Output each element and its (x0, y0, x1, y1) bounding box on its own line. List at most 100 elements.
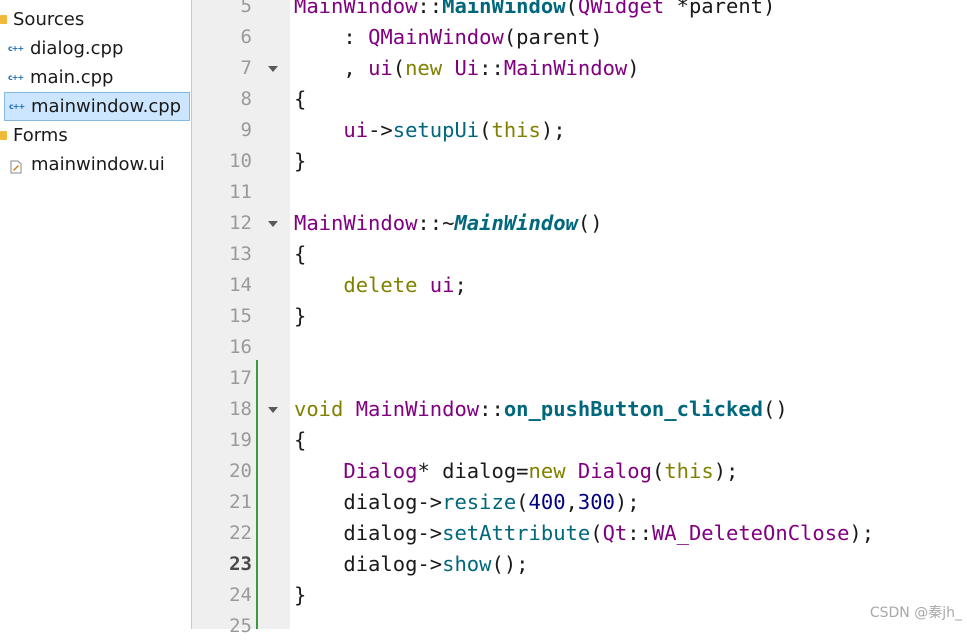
code-token: MainWindow (454, 211, 578, 235)
code-token: : (294, 25, 369, 49)
code-token: void (294, 397, 344, 421)
tree-item-label: Forms (13, 125, 68, 146)
code-line: , ui(new Ui::MainWindow) (294, 53, 640, 84)
line-number: 11 (229, 181, 252, 203)
tree-item-label: main.cpp (30, 67, 114, 88)
tree-item-label: mainwindow.ui (31, 154, 165, 175)
code-token: :: (479, 397, 504, 421)
code-token: Qt (602, 521, 628, 545)
line-number: 13 (229, 243, 252, 265)
code-token: dialog-> (294, 552, 443, 576)
code-token: } (294, 149, 307, 173)
folder-icon (0, 15, 7, 24)
code-token: MainWindow (442, 0, 566, 18)
code-token: :: (479, 56, 504, 80)
code-token: this (664, 459, 714, 483)
watermark: CSDN @秦jh_ (869, 605, 962, 621)
code-line: } (294, 146, 306, 177)
code-line: delete ui; (294, 270, 467, 301)
code-token: dialog-> (294, 521, 443, 545)
fold-arrow-icon[interactable] (268, 221, 278, 227)
code-token: WA_DeleteOnClose (651, 521, 850, 545)
code-token: () (763, 397, 788, 421)
tree-item-dialog-cpp[interactable]: c++ dialog.cpp (0, 34, 191, 63)
code-line: } (294, 301, 306, 332)
code-token: ( (392, 56, 406, 80)
tree-item-forms[interactable]: Forms (0, 121, 191, 150)
tree-item-label: dialog.cpp (30, 38, 124, 59)
line-number: 8 (240, 88, 252, 110)
line-number: 14 (229, 274, 252, 296)
cpp-file-icon: c++ (8, 44, 24, 53)
code-token: ) (627, 56, 640, 80)
line-number: 20 (229, 460, 252, 482)
code-token: ( (590, 521, 603, 545)
code-token: 300 (577, 490, 615, 514)
tree-item-main-cpp[interactable]: c++ main.cpp (0, 63, 191, 92)
code-line: dialog->resize(400,300); (294, 487, 640, 518)
code-editor[interactable]: MainWindow::MainWindow(QWidget *parent) … (290, 0, 967, 629)
line-number: 16 (229, 336, 252, 358)
code-token: ); (849, 521, 875, 545)
code-token: () (577, 211, 603, 235)
code-token: ); (713, 459, 739, 483)
code-line: ui->setupUi(this); (294, 115, 566, 146)
line-number: 24 (229, 584, 252, 606)
code-token: QMainWindow (368, 25, 504, 49)
code-token: ui (343, 118, 369, 142)
code-token: setupUi (392, 118, 480, 142)
tree-item-mainwindow-ui[interactable]: mainwindow.ui (0, 150, 191, 179)
code-line: { (294, 425, 306, 456)
code-token: { (294, 428, 307, 452)
code-token: Ui (454, 56, 480, 80)
code-token: , (565, 490, 578, 514)
code-line: void MainWindow::on_pushButton_clicked() (294, 394, 788, 425)
line-number-gutter: 5 6 7 8 9 10 11 12 13 14 15 16 17 18 19 20 21 22 23 24 25 (192, 0, 290, 637)
code-token: ); (614, 490, 640, 514)
tree-item-mainwindow-cpp[interactable]: c++ mainwindow.cpp (4, 92, 190, 121)
ui-form-file-icon (10, 158, 22, 173)
code-token: ::~ (417, 211, 455, 235)
line-number: 7 (240, 57, 252, 79)
fold-arrow-icon[interactable] (268, 407, 278, 413)
code-token: * dialog= (417, 459, 529, 483)
code-token: } (294, 583, 307, 607)
code-token: 400 (528, 490, 566, 514)
code-token: ; (454, 273, 467, 297)
line-number: 15 (229, 305, 252, 327)
code-line: : QMainWindow(parent) (294, 22, 603, 53)
code-token: ui (429, 273, 455, 297)
line-number: 19 (229, 429, 252, 451)
fold-arrow-icon[interactable] (268, 66, 278, 72)
code-token: ( (479, 118, 492, 142)
cpp-file-icon: c++ (8, 73, 24, 82)
code-token: { (294, 242, 307, 266)
code-token: Dialog (577, 459, 652, 483)
code-token: show (442, 552, 492, 576)
code-token: , (294, 56, 369, 80)
line-number: 17 (229, 367, 252, 389)
code-line: MainWindow::~MainWindow() (294, 208, 603, 239)
line-number: 9 (240, 119, 252, 141)
code-token: ); (540, 118, 566, 142)
code-line: dialog->show(); (294, 549, 528, 580)
tree-item-label: mainwindow.cpp (31, 96, 182, 117)
line-number: 25 (229, 615, 252, 637)
code-token: ( (516, 490, 529, 514)
code-token: ( (565, 0, 578, 18)
tree-item-sources[interactable]: Sources (0, 5, 191, 34)
code-token: Dialog (343, 459, 418, 483)
code-line: MainWindow::MainWindow(QWidget *parent) (294, 0, 775, 22)
cpp-file-icon: c++ (9, 102, 25, 111)
code-token: MainWindow (503, 56, 628, 80)
code-token: (parent) (503, 25, 603, 49)
code-line: } (294, 580, 306, 611)
code-token: new (405, 56, 443, 80)
line-number: 10 (229, 150, 252, 172)
